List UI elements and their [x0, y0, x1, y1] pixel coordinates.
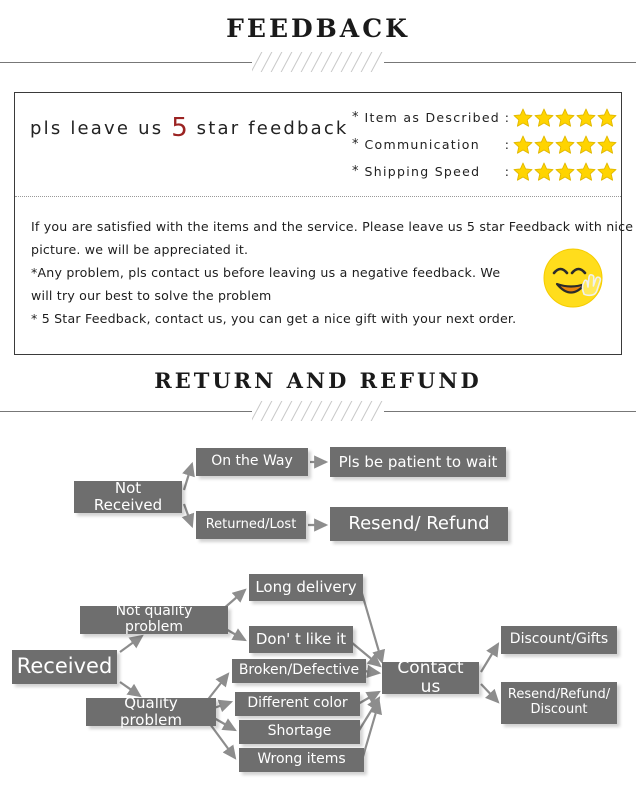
flow-arrow-contact-us-to-resend-refund-disc: [480, 683, 500, 704]
feedback-panel-body: If you are satisfied with the items and …: [15, 197, 634, 330]
rating-label: Communication: [364, 137, 480, 152]
asterisk-bullet-icon: *: [352, 137, 359, 152]
flow-arrow-contact-us-to-discount-gifts: [480, 642, 500, 673]
decorative-divider: [0, 51, 636, 73]
flow-arrow-long-delivery-to-contact-us: [359, 589, 386, 665]
divider-rule-right: [384, 62, 636, 63]
rating-stars[interactable]: [513, 108, 617, 127]
flow-node-contact-us: Contact us: [382, 658, 479, 697]
rating-stars[interactable]: [513, 135, 617, 154]
flow-arrow-quality-problem-to-different-color: [213, 699, 234, 713]
flow-node-resend-refund: Resend/ Refund: [330, 507, 508, 541]
divider-hatch: [252, 52, 384, 72]
flow-node-wrong-items: Wrong items: [239, 748, 364, 772]
star-icon: [534, 135, 554, 154]
rating-colon: :: [504, 164, 509, 179]
star-icon: [513, 162, 533, 181]
hatch-stroke: [369, 401, 384, 421]
flow-arrow-shortage-to-contact-us: [357, 696, 381, 733]
flow-arrow-broken-defective-to-contact-us: [363, 664, 382, 678]
flow-node-shortage: Shortage: [239, 720, 360, 744]
feedback-body-line: will try our best to solve the problem: [31, 288, 272, 303]
return-section-header: RETURN AND REFUND: [0, 368, 636, 422]
star-icon: [555, 135, 575, 154]
feedback-panel: pls leave us 5 star feedback * Item as De…: [14, 92, 634, 355]
star-icon: [555, 162, 575, 181]
flow-node-on-the-way: On the Way: [196, 448, 308, 476]
rating-colon: :: [504, 110, 509, 125]
flow-node-long-delivery: Long delivery: [249, 574, 363, 601]
flow-node-pls-be-patient: Pls be patient to wait: [330, 447, 506, 477]
flow-node-not-received: Not Received: [74, 480, 182, 513]
return-title: RETURN AND REFUND: [154, 368, 482, 393]
flow-node-not-quality: Not quality problem: [80, 603, 228, 635]
divider-rule-right-2: [384, 411, 636, 412]
decorative-divider-2: [0, 400, 636, 422]
flow-node-quality-problem: Quality problem: [86, 695, 216, 728]
hatch-stroke: [369, 52, 384, 72]
flow-node-resend-refund-disc: Resend/Refund/ Discount: [501, 682, 617, 724]
feedback-body-line: If you are satisfied with the items and …: [31, 219, 634, 234]
rating-colon: :: [504, 137, 509, 152]
flow-arrow-received-to-not-quality: [119, 634, 144, 653]
asterisk-bullet-icon: *: [352, 110, 359, 125]
divider-hatch-2: [252, 401, 384, 421]
feedback-body-line: *Any problem, pls contact us before leav…: [31, 265, 501, 280]
headline-text-before: pls leave us: [30, 118, 172, 139]
rating-label: Shipping Speed: [364, 164, 481, 179]
star-icon: [534, 162, 554, 181]
star-icon: [597, 108, 617, 127]
star-icon: [555, 108, 575, 127]
rating-list: * Item as Described: * Communication: * Shipp…: [352, 104, 617, 185]
flow-arrow-not-received-to-on-the-way: [182, 461, 195, 491]
smiling-face-with-peace-sign-icon: [543, 248, 603, 308]
feedback-body-lines: If you are satisfied with the items and …: [31, 215, 634, 330]
flow-arrow-wrong-items-to-contact-us: [360, 699, 382, 761]
star-icon: [513, 108, 533, 127]
headline-star-count: 5: [171, 113, 189, 143]
rating-row: * Communication:: [352, 131, 617, 158]
star-icon: [576, 162, 596, 181]
divider-rule-left-2: [0, 411, 252, 412]
return-refund-flowchart: Not Received On the Way Pls be patient to …: [0, 430, 636, 800]
feedback-panel-top: pls leave us 5 star feedback * Item as De…: [15, 93, 621, 197]
rating-label: Item as Described: [364, 110, 501, 125]
feedback-body-line: * 5 Star Feedback, contact us, you can g…: [31, 311, 517, 326]
flow-node-discount-gifts: Discount/Gifts: [501, 626, 617, 654]
flow-arrow-quality-problem-to-shortage: [213, 717, 237, 732]
feedback-headline: pls leave us 5 star feedback: [30, 113, 349, 143]
feedback-body-line: picture. we will be appreciated it.: [31, 242, 249, 257]
asterisk-bullet-icon: *: [352, 164, 359, 179]
star-icon: [576, 108, 596, 127]
star-icon: [597, 162, 617, 181]
star-icon: [597, 135, 617, 154]
star-icon: [576, 135, 596, 154]
rating-row: * Shipping Speed:: [352, 158, 617, 185]
flow-arrow-quality-problem-to-wrong-items: [209, 723, 237, 760]
headline-text-after: star feedback: [188, 118, 349, 139]
flow-node-received: Received: [12, 650, 117, 684]
flow-arrow-different-color-to-contact-us: [357, 690, 381, 705]
flow-arrow-not-received-to-returned-lost: [181, 503, 195, 529]
flow-node-returned-lost: Returned/Lost: [196, 511, 306, 539]
feedback-section-header: FEEDBACK: [0, 14, 636, 73]
flow-node-broken-defective: Broken/Defective: [232, 659, 366, 683]
divider-rule-left: [0, 62, 252, 63]
flow-node-dont-like-it: Don' t like it: [249, 626, 353, 653]
flow-node-different-color: Different color: [235, 692, 360, 716]
star-icon: [513, 135, 533, 154]
star-icon: [534, 108, 554, 127]
rating-row: * Item as Described:: [352, 104, 617, 131]
page-title: FEEDBACK: [226, 14, 410, 43]
rating-stars[interactable]: [513, 162, 617, 181]
